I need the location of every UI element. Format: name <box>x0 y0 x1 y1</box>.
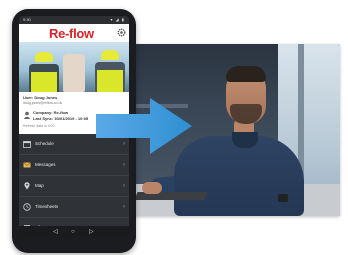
home-button[interactable]: ○ <box>71 226 75 238</box>
man-collar <box>232 132 258 148</box>
chevron-right-icon: › <box>123 183 125 189</box>
chevron-right-icon: › <box>123 204 125 210</box>
reflow-logo: Re-flow <box>49 26 94 41</box>
menu-item-messages[interactable]: Messages › <box>19 155 129 176</box>
hi-vis-vest <box>97 70 123 92</box>
wristwatch <box>278 194 288 202</box>
hard-hat <box>101 50 119 60</box>
gear-icon[interactable] <box>117 28 126 37</box>
status-icons: ▾ ◢ ▮ <box>110 17 125 22</box>
hi-vis-vest <box>31 72 57 92</box>
chevron-right-icon: › <box>123 162 125 168</box>
status-time: 9:30 <box>23 17 31 22</box>
hero-image <box>19 42 129 92</box>
man-body <box>174 136 304 216</box>
menu-item-timesheets[interactable]: Timesheets › <box>19 197 129 218</box>
man-hair <box>226 66 266 82</box>
map-pin-icon <box>24 182 30 190</box>
envelope-icon <box>23 162 31 168</box>
menu-item-label: Map <box>35 183 44 188</box>
sync-status: Refresh data in 4:00 <box>23 124 55 128</box>
status-bar: 9:30 ▾ ◢ ▮ <box>19 16 129 24</box>
recent-apps-button[interactable]: ▷ <box>89 226 94 238</box>
user-name: User: Doug Jones <box>23 95 58 100</box>
back-button[interactable]: ◁ <box>53 226 58 238</box>
menu-item-label: Schedule <box>35 141 54 146</box>
company-icon <box>23 111 31 119</box>
menu-item-label: Messages <box>35 162 56 167</box>
company-label: Company: Re-flow <box>33 110 69 115</box>
user-email: doug.jones@reflow.co.uk <box>23 101 63 105</box>
man-hand <box>142 182 162 194</box>
arrow-right-icon <box>96 98 192 154</box>
hard-hat <box>35 52 53 62</box>
clock-icon <box>23 203 31 211</box>
menu-item-map[interactable]: Map › <box>19 176 129 197</box>
app-header: Re-flow <box>19 24 129 42</box>
worker-figure <box>63 54 85 92</box>
calendar-icon <box>23 141 31 148</box>
menu-item-label: Timesheets <box>35 204 59 209</box>
android-nav-bar: ◁ ○ ▷ <box>19 226 129 238</box>
last-sync: Last Sync: 30/01/2019 - 10:05 <box>33 116 89 121</box>
